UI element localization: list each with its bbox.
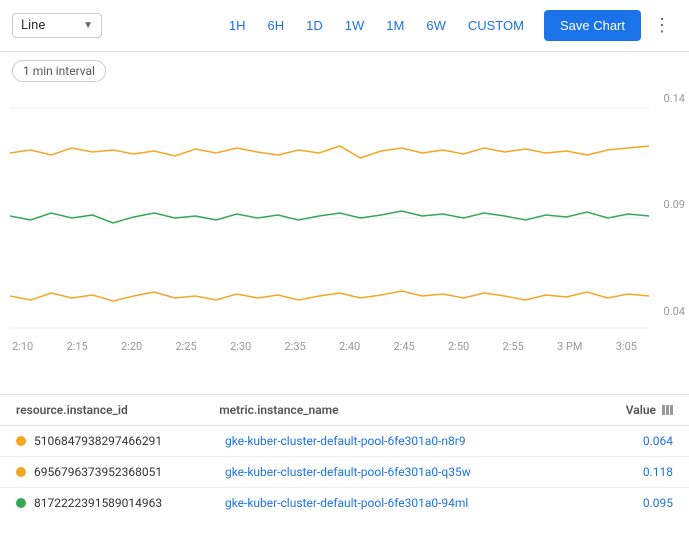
col-header-instance-id: resource.instance_id xyxy=(16,403,219,417)
table-row: 695679637395236805​1 gke-kuber-cluster-d… xyxy=(0,457,689,488)
instance-name-link-3[interactable]: gke-kuber-cluster-default-pool-6fe301a0-… xyxy=(225,496,643,510)
chart-type-label: Line xyxy=(21,18,45,33)
data-table: resource.instance_id metric.instance_nam… xyxy=(0,394,689,518)
legend-dot-green xyxy=(16,498,26,508)
table-header: resource.instance_id metric.instance_nam… xyxy=(0,395,689,426)
interval-badge: 1 min interval xyxy=(12,60,106,82)
chart-area: 0.14 0.09 0.04 2:10 2:15 2:20 2:25 2:30 … xyxy=(0,90,689,390)
chevron-down-icon: ▼ xyxy=(83,20,93,31)
instance-id-1: 510684793829746629​1 xyxy=(16,434,225,448)
x-label-220: 2:20 xyxy=(121,340,142,353)
grid-columns-icon xyxy=(662,405,673,415)
time-btn-1h[interactable]: 1H xyxy=(219,12,256,39)
x-label-215: 2:15 xyxy=(67,340,88,353)
chart-line-orange-bottom xyxy=(10,291,649,301)
row-value-3: 0.095 xyxy=(643,496,673,510)
instance-name-link-1[interactable]: gke-kuber-cluster-default-pool-6fe301a0-… xyxy=(225,434,643,448)
table-row: 510684793829746629​1 gke-kuber-cluster-d… xyxy=(0,426,689,457)
time-btn-1m[interactable]: 1M xyxy=(376,12,414,39)
x-axis: 2:10 2:15 2:20 2:25 2:30 2:35 2:40 2:45 … xyxy=(0,338,649,353)
x-label-230: 2:30 xyxy=(230,340,251,353)
save-chart-button[interactable]: Save Chart xyxy=(544,10,641,41)
chart-canvas xyxy=(10,98,649,338)
x-label-235: 2:35 xyxy=(285,340,306,353)
top-bar: Line ▼ 1H 6H 1D 1W 1M 6W CUSTOM Save Cha… xyxy=(0,0,689,52)
time-btn-1d[interactable]: 1D xyxy=(296,12,333,39)
row-value-2: 0.118 xyxy=(643,465,673,479)
more-options-button[interactable]: ⋮ xyxy=(647,11,677,40)
instance-id-value-3: 817222239158901496​3 xyxy=(34,496,162,510)
table-row: 817222239158901496​3 gke-kuber-cluster-d… xyxy=(0,488,689,518)
instance-id-2: 695679637395236805​1 xyxy=(16,465,225,479)
x-label-240: 2:40 xyxy=(339,340,360,353)
y-label-0.09: 0.09 xyxy=(664,198,685,211)
x-label-245: 2:45 xyxy=(394,340,415,353)
instance-id-value-1: 510684793829746629​1 xyxy=(34,434,162,448)
x-label-255: 2:55 xyxy=(503,340,524,353)
time-btn-custom[interactable]: CUSTOM xyxy=(458,12,534,39)
instance-id-3: 817222239158901496​3 xyxy=(16,496,225,510)
col-header-value: Value xyxy=(626,403,673,417)
x-label-250: 2:50 xyxy=(448,340,469,353)
x-label-3pm: 3 PM xyxy=(557,340,582,353)
y-label-0.04: 0.04 xyxy=(664,305,685,318)
x-label-305: 3:05 xyxy=(616,340,637,353)
legend-dot-orange-1 xyxy=(16,436,26,446)
legend-dot-orange-2 xyxy=(16,467,26,477)
y-label-0.14: 0.14 xyxy=(664,92,685,105)
x-label-225: 2:25 xyxy=(176,340,197,353)
chart-svg xyxy=(10,98,649,338)
col-header-instance-name: metric.instance_name xyxy=(219,403,626,417)
chart-type-dropdown[interactable]: Line ▼ xyxy=(12,13,102,38)
time-btn-1w[interactable]: 1W xyxy=(335,12,375,39)
time-period-buttons: 1H 6H 1D 1W 1M 6W CUSTOM Save Chart ⋮ xyxy=(219,10,677,41)
chart-line-green xyxy=(10,211,649,223)
chart-line-orange-top xyxy=(10,146,649,158)
instance-name-link-2[interactable]: gke-kuber-cluster-default-pool-6fe301a0-… xyxy=(225,465,643,479)
time-btn-6h[interactable]: 6H xyxy=(258,12,295,39)
time-btn-6w[interactable]: 6W xyxy=(416,12,456,39)
row-value-1: 0.064 xyxy=(643,434,673,448)
x-label-210: 2:10 xyxy=(12,340,33,353)
instance-id-value-2: 695679637395236805​1 xyxy=(34,465,162,479)
